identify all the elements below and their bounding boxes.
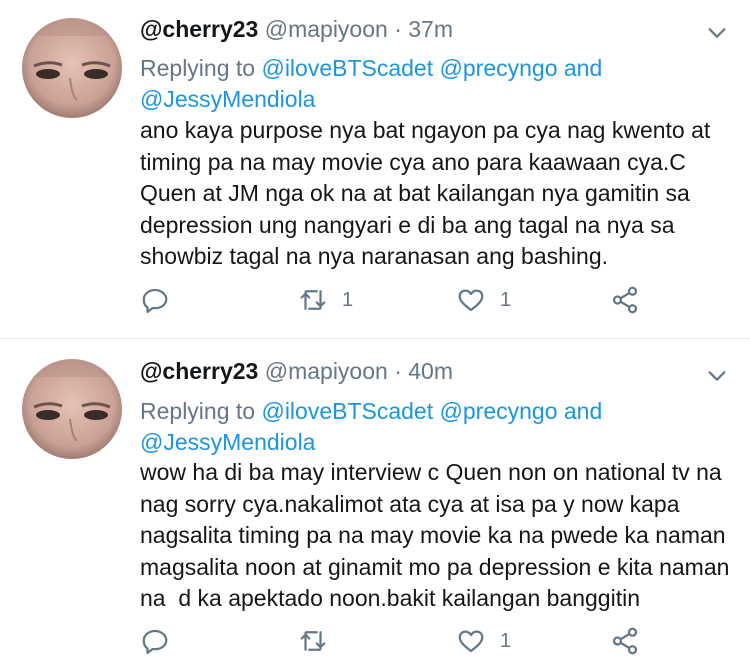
avatar[interactable] (22, 18, 122, 118)
share-icon (612, 627, 638, 655)
mention-link[interactable]: @precyngo (440, 55, 558, 81)
tweet[interactable]: @cherry23 @mapiyoon · 40m Replying to @i… (0, 339, 750, 671)
tweet-actions: 1 1 (140, 284, 660, 316)
tweet-text: ano kaya purpose nya bat ngayon pa cya n… (140, 117, 711, 269)
replying-to: Replying to @iloveBTScadet @precyngo and… (140, 396, 730, 458)
user-handle[interactable]: @mapiyoon (265, 16, 388, 42)
separator: · (394, 358, 402, 384)
timestamp[interactable]: 37m (408, 16, 453, 42)
mention-link[interactable]: @JessyMendiola (140, 86, 315, 112)
mention-link[interactable]: @precyngo (440, 398, 558, 424)
reply-icon (142, 629, 168, 654)
tweet-text: wow ha di ba may interview c Quen non on… (140, 459, 736, 611)
retweet-button[interactable] (298, 625, 342, 657)
avatar[interactable] (22, 359, 122, 459)
share-icon (612, 286, 638, 314)
replying-prefix: Replying to (140, 398, 256, 424)
timestamp[interactable]: 40m (408, 358, 453, 384)
retweet-button[interactable]: 1 (298, 284, 353, 316)
replying-to: Replying to @iloveBTScadet @precyngo and… (140, 53, 730, 115)
like-icon (458, 289, 484, 312)
display-name[interactable]: @cherry23 (140, 16, 258, 42)
retweet-icon (300, 290, 326, 310)
tweet-header: @cherry23 @mapiyoon · 37m (140, 14, 453, 44)
retweet-count: 1 (342, 288, 354, 311)
mention-link[interactable]: @JessyMendiola (140, 429, 315, 455)
tweet-actions: 1 (140, 625, 660, 657)
mention-link[interactable]: @iloveBTScadet (261, 398, 433, 424)
reply-button[interactable] (140, 625, 184, 657)
chevron-down-icon[interactable] (706, 365, 728, 387)
like-count: 1 (500, 629, 512, 652)
like-button[interactable]: 1 (456, 284, 511, 316)
replying-prefix: Replying to (140, 55, 256, 81)
chevron-down-icon[interactable] (706, 22, 728, 44)
mention-link[interactable]: @iloveBTScadet (261, 55, 433, 81)
tweet-header: @cherry23 @mapiyoon · 40m (140, 356, 453, 386)
retweet-icon (300, 631, 326, 651)
tweet[interactable]: @cherry23 @mapiyoon · 37m Replying to @i… (0, 0, 750, 339)
reply-icon (142, 288, 168, 313)
user-handle[interactable]: @mapiyoon (265, 358, 388, 384)
like-icon (458, 630, 484, 653)
separator: · (394, 16, 402, 42)
share-button[interactable] (610, 625, 640, 657)
display-name[interactable]: @cherry23 (140, 358, 258, 384)
reply-button[interactable] (140, 284, 184, 316)
like-button[interactable]: 1 (456, 625, 511, 657)
share-button[interactable] (610, 284, 640, 316)
mention-conjunction[interactable]: and (564, 55, 602, 81)
mention-conjunction[interactable]: and (564, 398, 602, 424)
like-count: 1 (500, 288, 512, 311)
